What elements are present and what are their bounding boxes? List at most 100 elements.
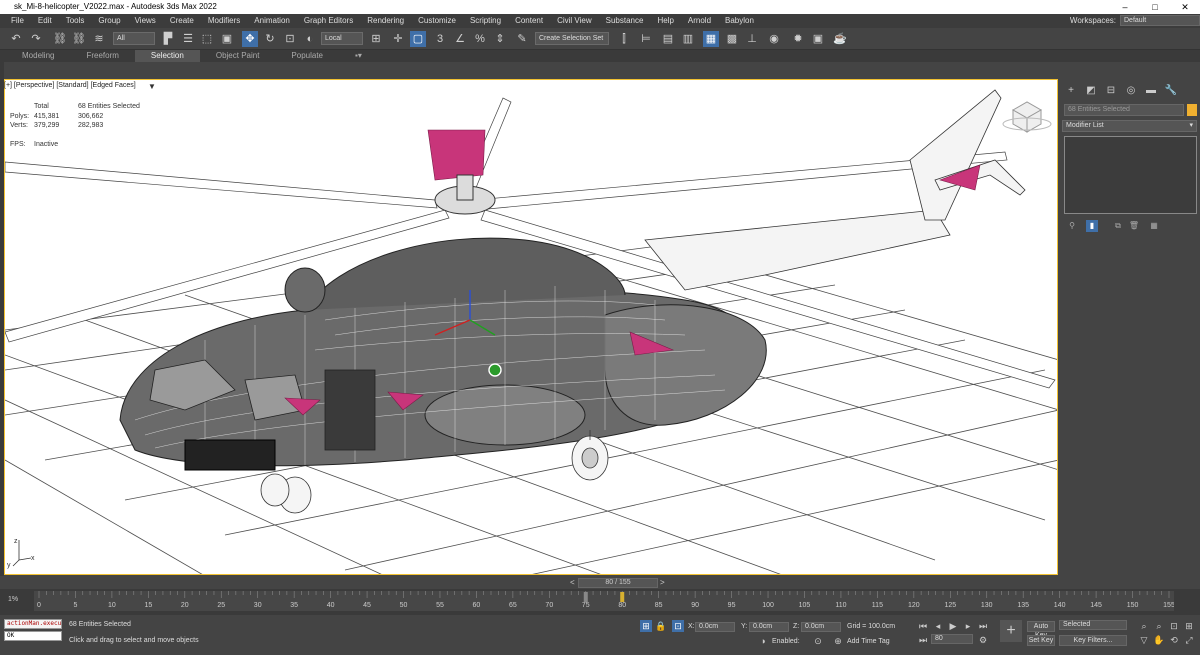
link-icon[interactable]: ⛓ xyxy=(52,31,68,47)
spinner-snap-icon[interactable]: ⇕ xyxy=(492,31,508,47)
select-object-icon[interactable]: ▛ xyxy=(160,31,176,47)
rectangular-selection-icon[interactable]: ⬚ xyxy=(199,31,215,47)
bind-spacewarp-icon[interactable]: ≋ xyxy=(91,31,107,47)
pivot-center-icon[interactable]: ⊞ xyxy=(368,31,384,47)
menu-create[interactable]: Create xyxy=(163,14,201,28)
menu-edit[interactable]: Edit xyxy=(31,14,59,28)
utilities-tab-icon[interactable]: 🔧 xyxy=(1164,84,1178,98)
menu-arnold[interactable]: Arnold xyxy=(681,14,718,28)
motion-tab-icon[interactable]: ◎ xyxy=(1124,84,1138,98)
menu-graph-editors[interactable]: Graph Editors xyxy=(297,14,360,28)
next-frame-icon[interactable]: > xyxy=(660,578,665,587)
create-tab-icon[interactable]: + xyxy=(1064,84,1078,98)
manipulate-icon[interactable]: ✛ xyxy=(390,31,406,47)
undo-icon[interactable]: ↶ xyxy=(8,31,24,47)
redo-icon[interactable]: ↷ xyxy=(28,31,44,47)
menu-help[interactable]: Help xyxy=(650,14,680,28)
object-name-field[interactable]: 68 Entities Selected xyxy=(1064,104,1184,116)
tab-freeform[interactable]: Freeform xyxy=(70,50,134,62)
auto-key-button[interactable]: Auto Key xyxy=(1027,621,1055,639)
hierarchy-tab-icon[interactable]: ⊟ xyxy=(1104,84,1118,98)
menu-content[interactable]: Content xyxy=(508,14,550,28)
menu-tools[interactable]: Tools xyxy=(59,14,92,28)
scene-explorer-icon[interactable]: ▤ xyxy=(660,31,676,47)
unlink-icon[interactable]: ⛓ xyxy=(71,31,87,47)
current-frame-field[interactable]: 80 xyxy=(931,634,973,644)
remove-modifier-icon[interactable]: 🗑 xyxy=(1128,220,1140,232)
x-coord-field[interactable]: 0.0cm xyxy=(695,622,735,632)
ribbon-toggle-icon[interactable]: ▦ xyxy=(703,31,719,47)
selection-set-dropdown[interactable]: Create Selection Set xyxy=(535,32,609,45)
perspective-viewport[interactable] xyxy=(4,79,1058,575)
select-by-name-icon[interactable]: ☰ xyxy=(180,31,196,47)
material-editor-icon[interactable]: ◉ xyxy=(766,31,782,47)
menu-views[interactable]: Views xyxy=(128,14,163,28)
align-icon[interactable]: ⊨ xyxy=(638,31,654,47)
key-mode-icon[interactable]: ⏭ xyxy=(917,634,929,646)
menu-customize[interactable]: Customize xyxy=(411,14,463,28)
menu-babylon[interactable]: Babylon xyxy=(718,14,761,28)
time-tag-icon[interactable]: ⊕ xyxy=(832,635,844,647)
close-button[interactable]: ✕ xyxy=(1170,0,1200,14)
minimize-button[interactable]: – xyxy=(1110,0,1140,14)
zoom-extents-icon[interactable]: ⊡ xyxy=(1168,620,1180,632)
absolute-mode-icon[interactable]: ⊡ xyxy=(672,620,684,632)
time-configuration-icon[interactable]: ⚙ xyxy=(977,634,989,646)
mirror-icon[interactable]: ⫿ xyxy=(616,31,632,47)
edit-named-selection-icon[interactable]: ✎ xyxy=(514,31,530,47)
orbit-icon[interactable]: ⟲ xyxy=(1168,634,1180,646)
viewport-label-menu[interactable]: [+] [Perspective] [Standard] [Edged Face… xyxy=(4,82,136,89)
tab-populate[interactable]: Populate xyxy=(275,50,339,62)
maxscript-listener-input[interactable]: actionMan.execu xyxy=(4,619,62,629)
maximize-viewport-icon[interactable]: ⤢ xyxy=(1183,634,1195,646)
curve-editor-icon[interactable]: ▩ xyxy=(724,31,740,47)
selection-lock-icon[interactable]: 🔒 xyxy=(655,620,667,632)
adaptive-degradation-icon[interactable]: ◑ xyxy=(757,635,769,647)
y-coord-field[interactable]: 0.0cm xyxy=(749,622,789,632)
mini-curve-toggle[interactable]: 1% xyxy=(8,596,18,603)
schematic-view-icon[interactable]: ⊥ xyxy=(744,31,760,47)
pan-icon[interactable]: ✋ xyxy=(1153,634,1165,646)
enabled-toggle-icon[interactable]: ⊙ xyxy=(812,635,824,647)
reference-coordinate-dropdown[interactable]: Local xyxy=(321,32,363,45)
current-frame-marker[interactable] xyxy=(620,592,625,602)
menu-group[interactable]: Group xyxy=(91,14,127,28)
select-and-move-icon[interactable]: ✥ xyxy=(242,31,258,47)
modify-tab-icon[interactable]: ◩ xyxy=(1084,84,1098,98)
go-to-end-icon[interactable]: ⏭ xyxy=(977,620,989,632)
configure-modifier-sets-icon[interactable]: ▦ xyxy=(1148,220,1160,232)
ribbon-options-icon[interactable]: ▪▾ xyxy=(339,50,378,62)
next-frame-button-icon[interactable]: ▸ xyxy=(962,620,974,632)
set-key-icon[interactable]: + xyxy=(1000,620,1022,642)
menu-rendering[interactable]: Rendering xyxy=(360,14,411,28)
key-filters-button[interactable]: Key Filters... xyxy=(1059,635,1127,646)
modifier-list-dropdown[interactable]: Modifier List ▾ xyxy=(1062,120,1197,132)
layer-explorer-icon[interactable]: ▥ xyxy=(680,31,696,47)
time-slider[interactable]: 80 / 155 xyxy=(578,578,658,588)
zoom-extents-all-icon[interactable]: ⊞ xyxy=(1183,620,1195,632)
render-production-icon[interactable]: ☕ xyxy=(832,31,848,47)
filter-icon[interactable]: ▼ xyxy=(148,82,156,91)
previous-frame-icon[interactable]: ◂ xyxy=(932,620,944,632)
tab-selection[interactable]: Selection xyxy=(134,50,200,62)
pin-stack-icon[interactable]: ⚲ xyxy=(1066,220,1078,232)
show-end-result-icon[interactable]: ▮ xyxy=(1086,220,1098,232)
menu-civil-view[interactable]: Civil View xyxy=(550,14,599,28)
modifier-stack[interactable] xyxy=(1064,136,1197,214)
snaps-toggle-icon[interactable]: 3 xyxy=(432,31,448,47)
z-coord-field[interactable]: 0.0cm xyxy=(801,622,841,632)
rendered-frame-window-icon[interactable]: ▣ xyxy=(810,31,826,47)
select-and-scale-icon[interactable]: ⊡ xyxy=(282,31,298,47)
tab-object-paint[interactable]: Object Paint xyxy=(200,50,276,62)
go-to-start-icon[interactable]: ⏮ xyxy=(917,620,929,632)
isolate-selection-icon[interactable]: ⊞ xyxy=(640,620,652,632)
place-icon[interactable]: ◐ xyxy=(302,31,318,47)
keyboard-shortcut-toggle-icon[interactable]: ▢ xyxy=(410,31,426,47)
angle-snap-icon[interactable]: ∠ xyxy=(452,31,468,47)
selection-filter-dropdown[interactable]: All xyxy=(113,32,155,45)
track-bar[interactable]: 0 5 10 15 20 25 30 35 40 45 50 55 60 65 70 75 80 85 90 95 10… xyxy=(34,591,1175,611)
workspaces-dropdown[interactable]: Default xyxy=(1120,15,1200,26)
key-selection-dropdown[interactable]: Selected xyxy=(1059,620,1127,630)
menu-scripting[interactable]: Scripting xyxy=(463,14,508,28)
zoom-all-icon[interactable]: ⌕ xyxy=(1153,620,1165,632)
